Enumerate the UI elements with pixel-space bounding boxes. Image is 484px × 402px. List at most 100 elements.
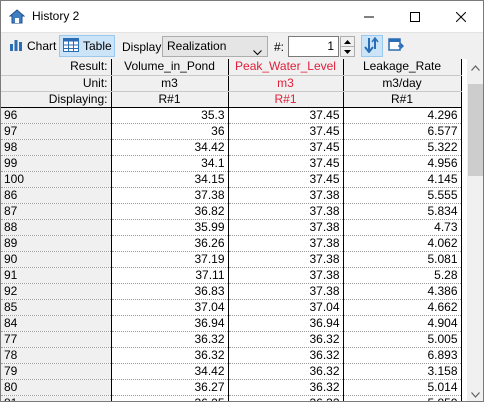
value-cell[interactable]: 37.45 (228, 171, 344, 188)
table-row[interactable]: 90 37.19 37.38 5.081 (1, 251, 462, 268)
value-cell[interactable]: 34.42 (111, 363, 229, 380)
value-cell[interactable]: 37.04 (111, 299, 229, 316)
maximize-button[interactable] (392, 1, 438, 32)
value-cell[interactable]: 36.32 (111, 331, 229, 348)
column-header-cell[interactable]: m3 (111, 75, 229, 92)
table-view-button[interactable]: Table (59, 35, 115, 57)
value-cell[interactable]: 5.28 (343, 267, 462, 284)
value-cell[interactable]: 36.27 (111, 379, 229, 396)
value-cell[interactable]: 5.081 (343, 251, 462, 268)
value-cell[interactable]: 37.38 (228, 251, 344, 268)
value-cell[interactable]: 37.45 (228, 123, 344, 140)
value-cell[interactable]: 36.26 (111, 235, 229, 252)
table-row[interactable]: 98 34.42 37.45 5.322 (1, 139, 462, 156)
table-row[interactable]: 86 37.38 37.38 5.555 (1, 187, 462, 204)
value-cell[interactable]: 37.45 (228, 107, 344, 124)
value-cell[interactable]: 5.834 (343, 203, 462, 220)
close-button[interactable] (438, 1, 483, 32)
value-cell[interactable]: 4.296 (343, 107, 462, 124)
realization-number-input[interactable]: 1 (288, 36, 339, 57)
value-cell[interactable]: 37.38 (228, 203, 344, 220)
value-cell[interactable]: 4.73 (343, 219, 462, 236)
table-row[interactable]: 8136.2536.325.859 (1, 395, 462, 401)
scroll-down-button[interactable] (467, 386, 483, 401)
value-cell[interactable]: 36.83 (111, 283, 229, 300)
value-cell[interactable]: 4.145 (343, 171, 462, 188)
column-header-cell[interactable]: m3 (228, 75, 344, 92)
value-cell[interactable]: 36.94 (228, 315, 344, 332)
value-cell[interactable]: 36.32 (228, 395, 344, 401)
value-cell[interactable]: 37.38 (228, 219, 344, 236)
value-cell[interactable]: 5.322 (343, 139, 462, 156)
value-cell[interactable]: 4.904 (343, 315, 462, 332)
value-cell[interactable]: 37.45 (228, 139, 344, 156)
value-cell[interactable]: 36.25 (111, 395, 229, 401)
value-cell[interactable]: 34.1 (111, 155, 229, 172)
value-cell[interactable]: 36.32 (228, 331, 344, 348)
value-cell[interactable]: 36.32 (228, 363, 344, 380)
spin-down-button[interactable] (341, 47, 354, 56)
column-header-cell[interactable]: R#1 (228, 91, 344, 108)
table-row[interactable]: 80 36.27 36.32 5.014 (1, 379, 462, 396)
export-button[interactable] (385, 35, 407, 57)
table-row[interactable]: 87 36.82 37.38 5.834 (1, 203, 462, 220)
value-cell[interactable]: 37.45 (228, 155, 344, 172)
table-row[interactable]: 92 36.83 37.38 4.386 (1, 283, 462, 300)
spin-up-button[interactable] (341, 37, 354, 47)
value-cell[interactable]: 3.158 (343, 363, 462, 380)
value-cell[interactable]: 37.38 (228, 187, 344, 204)
table-row[interactable]: 91 37.11 37.38 5.28 (1, 267, 462, 284)
vertical-scrollbar[interactable] (467, 59, 483, 401)
value-cell[interactable]: 6.577 (343, 123, 462, 140)
display-dropdown[interactable]: Realization (162, 36, 268, 57)
value-cell[interactable]: 37.11 (111, 267, 229, 284)
value-cell[interactable]: 34.15 (111, 171, 229, 188)
title-bar[interactable]: History 2 (1, 1, 483, 32)
value-cell[interactable]: 37.38 (111, 187, 229, 204)
sort-descending-button[interactable] (361, 35, 383, 57)
value-cell[interactable]: 5.014 (343, 379, 462, 396)
value-cell[interactable]: 4.062 (343, 235, 462, 252)
table-row[interactable]: 84 36.94 36.94 4.904 (1, 315, 462, 332)
value-cell[interactable]: 36.32 (228, 379, 344, 396)
column-header-cell[interactable]: Leakage_Rate (343, 59, 462, 76)
column-header-cell[interactable]: m3/day (343, 75, 462, 92)
value-cell[interactable]: 37.04 (228, 299, 344, 316)
scroll-thumb[interactable] (468, 84, 483, 176)
table-row[interactable]: 99 34.1 37.45 4.956 (1, 155, 462, 172)
value-cell[interactable]: 4.662 (343, 299, 462, 316)
table-row[interactable]: 88 35.99 37.38 4.73 (1, 219, 462, 236)
table-row[interactable]: 96 35.3 37.45 4.296 (1, 107, 462, 124)
table-row[interactable]: 77 36.32 36.32 5.005 (1, 331, 462, 348)
value-cell[interactable]: 36.32 (111, 347, 229, 364)
table-row[interactable]: 97 36 37.45 6.577 (1, 123, 462, 140)
value-cell[interactable]: 36.94 (111, 315, 229, 332)
value-cell[interactable]: 37.38 (228, 235, 344, 252)
value-cell[interactable]: 5.859 (343, 395, 462, 401)
value-cell[interactable]: 4.956 (343, 155, 462, 172)
column-header-cell[interactable]: Peak_Water_Level (228, 59, 344, 76)
value-cell[interactable]: 37.19 (111, 251, 229, 268)
value-cell[interactable]: 35.99 (111, 219, 229, 236)
value-cell[interactable]: 35.3 (111, 107, 229, 124)
value-cell[interactable]: 36 (111, 123, 229, 140)
chart-view-button[interactable]: Chart (6, 35, 56, 57)
table-row[interactable]: 89 36.26 37.38 4.062 (1, 235, 462, 252)
minimize-button[interactable] (346, 1, 392, 32)
table-row[interactable]: 100 34.15 37.45 4.145 (1, 171, 462, 188)
value-cell[interactable]: 5.005 (343, 331, 462, 348)
table-row[interactable]: 78 36.32 36.32 6.893 (1, 347, 462, 364)
value-cell[interactable]: 34.42 (111, 139, 229, 156)
table-row[interactable]: 79 34.42 36.32 3.158 (1, 363, 462, 380)
value-cell[interactable]: 36.82 (111, 203, 229, 220)
table-row[interactable]: 85 37.04 37.04 4.662 (1, 299, 462, 316)
column-header-cell[interactable]: R#1 (343, 91, 462, 108)
value-cell[interactable]: 4.386 (343, 283, 462, 300)
value-cell[interactable]: 5.555 (343, 187, 462, 204)
column-header-cell[interactable]: R#1 (111, 91, 229, 108)
value-cell[interactable]: 37.38 (228, 267, 344, 284)
column-header-cell[interactable]: Volume_in_Pond (111, 59, 229, 76)
scroll-up-button[interactable] (467, 59, 483, 76)
value-cell[interactable]: 6.893 (343, 347, 462, 364)
value-cell[interactable]: 36.32 (228, 347, 344, 364)
